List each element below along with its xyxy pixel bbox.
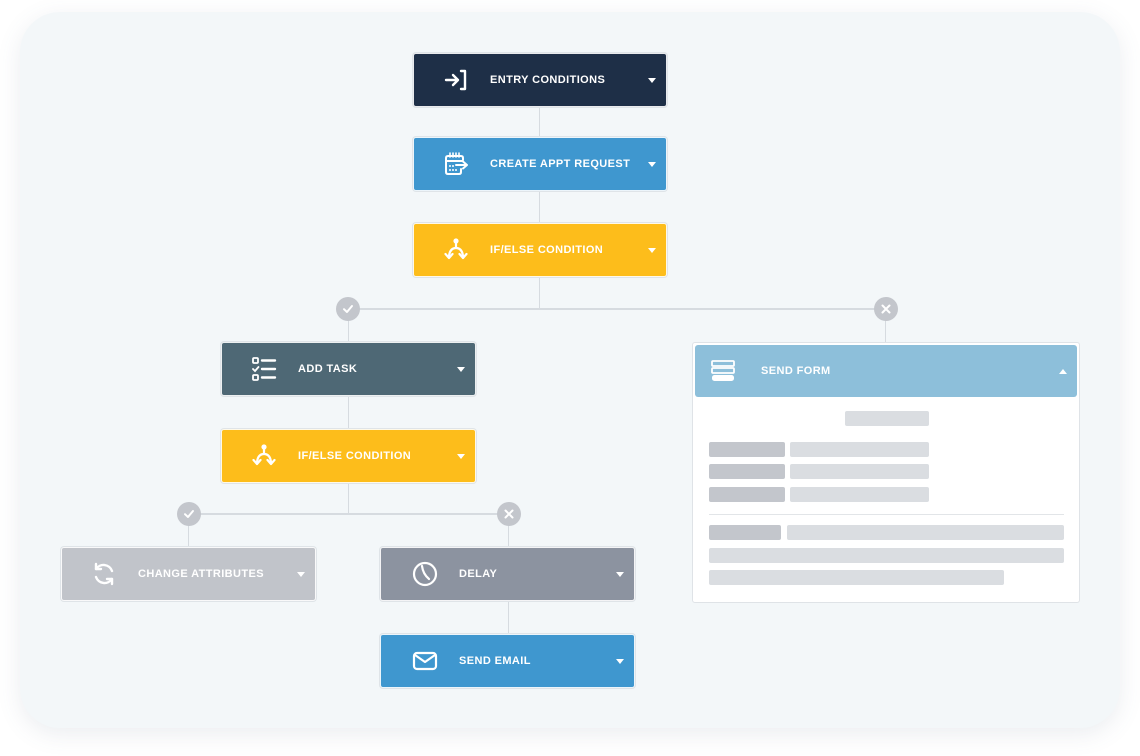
x-icon (881, 304, 891, 314)
chevron-down-icon[interactable] (457, 366, 465, 372)
node-send-form-expanded: SEND FORM (692, 342, 1080, 603)
entry-arrow-icon (442, 66, 470, 94)
node-label: IF/ELSE CONDITION (298, 450, 412, 462)
connector (508, 601, 509, 634)
form-field-label-placeholder (709, 487, 785, 502)
form-field-value-placeholder (790, 442, 929, 457)
yes-branch-badge[interactable] (177, 502, 201, 526)
node-label: ADD TASK (298, 363, 358, 375)
chevron-down-icon[interactable] (297, 571, 305, 577)
form-field-value-placeholder (790, 464, 929, 479)
node-send-email[interactable]: SEND EMAIL (380, 634, 635, 688)
calendar-arrow-icon (442, 150, 470, 178)
node-label: SEND FORM (761, 365, 831, 377)
form-title-placeholder (845, 411, 929, 426)
no-branch-badge[interactable] (497, 502, 521, 526)
form-text-placeholder (709, 570, 1004, 585)
node-create-appt-request[interactable]: CREATE APPT REQUEST (413, 137, 667, 191)
chevron-up-icon[interactable] (1059, 368, 1067, 374)
branch-icon (442, 236, 470, 264)
connector (348, 483, 349, 514)
connector (348, 396, 349, 429)
chevron-down-icon[interactable] (457, 453, 465, 459)
node-add-task[interactable]: ADD TASK (221, 342, 476, 396)
chevron-down-icon[interactable] (648, 77, 656, 83)
form-icon (709, 357, 737, 385)
clock-icon (411, 560, 439, 588)
chevron-down-icon[interactable] (616, 658, 624, 664)
form-text-placeholder (709, 548, 1064, 563)
form-field-label-placeholder (709, 525, 781, 540)
form-field-value-placeholder (787, 525, 1064, 540)
node-if-else-condition[interactable]: IF/ELSE CONDITION (221, 429, 476, 483)
connector (539, 191, 540, 223)
node-label: DELAY (459, 568, 498, 580)
form-field-label-placeholder (709, 464, 785, 479)
chevron-down-icon[interactable] (616, 571, 624, 577)
no-branch-badge[interactable] (874, 297, 898, 321)
node-if-else-condition[interactable]: IF/ELSE CONDITION (413, 223, 667, 277)
node-label: IF/ELSE CONDITION (490, 244, 604, 256)
node-label: CHANGE ATTRIBUTES (138, 568, 264, 580)
chevron-down-icon[interactable] (648, 247, 656, 253)
node-label: SEND EMAIL (459, 655, 531, 667)
x-icon (504, 509, 514, 519)
check-icon (184, 510, 194, 518)
node-delay[interactable]: DELAY (380, 547, 635, 601)
chevron-down-icon[interactable] (648, 161, 656, 167)
connector (539, 107, 540, 137)
form-field-label-placeholder (709, 442, 785, 457)
node-send-form[interactable]: SEND FORM (695, 345, 1077, 397)
form-field-value-placeholder (790, 487, 929, 502)
yes-branch-badge[interactable] (336, 297, 360, 321)
envelope-icon (411, 647, 439, 675)
form-divider (709, 514, 1064, 515)
connector (539, 277, 540, 309)
refresh-icon (90, 560, 118, 588)
node-change-attributes[interactable]: CHANGE ATTRIBUTES (61, 547, 316, 601)
branch-icon (250, 442, 278, 470)
check-icon (343, 305, 353, 313)
node-label: ENTRY CONDITIONS (490, 74, 606, 86)
node-entry-conditions[interactable]: ENTRY CONDITIONS (413, 53, 667, 107)
checklist-icon (250, 355, 278, 383)
connector (188, 513, 509, 515)
node-label: CREATE APPT REQUEST (490, 158, 631, 170)
connector (348, 308, 886, 310)
